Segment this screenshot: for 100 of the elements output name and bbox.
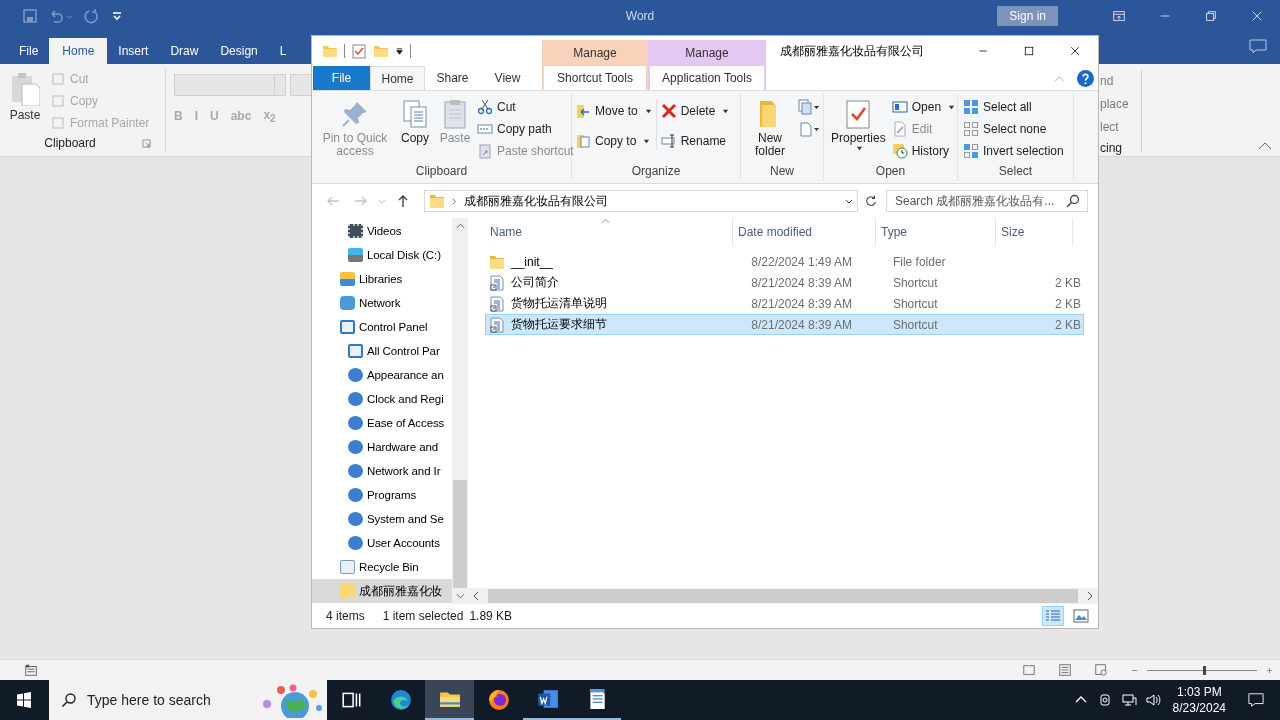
scroll-left-icon[interactable] [472, 591, 480, 601]
nav-item[interactable]: Control Panel [312, 315, 452, 339]
help-icon[interactable] [1077, 69, 1094, 87]
nav-item[interactable]: Network and Ir [312, 459, 452, 483]
properties-icon[interactable] [351, 43, 367, 59]
dropdown-icon[interactable] [845, 197, 853, 205]
nav-item[interactable]: All Control Par [312, 339, 452, 363]
notifications-icon[interactable] [1248, 692, 1264, 708]
select-all-button[interactable]: Select all [963, 96, 1064, 118]
nav-item[interactable]: Ease of Access [312, 411, 452, 435]
refresh-icon[interactable] [864, 194, 878, 208]
column-header[interactable]: Size [996, 218, 1073, 246]
redo-icon[interactable] [83, 8, 99, 24]
network-icon[interactable] [1120, 692, 1137, 708]
dialog-launcher-icon[interactable] [141, 138, 151, 148]
file-row[interactable]: 货物托运要求细节 8/21/2024 8:39 AM Shortcut 2 KB [485, 314, 1084, 335]
editing-command[interactable]: nd [1100, 70, 1141, 93]
new-folder-button[interactable]: New folder [744, 96, 796, 160]
scrollbar-thumb[interactable] [453, 480, 467, 588]
delete-button[interactable]: Delete [660, 100, 730, 122]
move-to-button[interactable]: Move to [575, 100, 652, 122]
scroll-up-icon[interactable] [455, 222, 465, 230]
nav-item[interactable]: Libraries [312, 267, 452, 291]
caret-icon [722, 107, 730, 115]
nav-item[interactable]: 成都丽雅嘉化妆 [312, 579, 452, 603]
nav-item[interactable]: Local Disk (C:) [312, 243, 452, 267]
print-layout-icon[interactable] [1058, 663, 1072, 677]
scroll-down-icon[interactable] [455, 592, 465, 600]
ribbon-tab[interactable]: Home [370, 66, 425, 90]
address-bar[interactable]: 成都丽雅嘉化妆品有限公司 [424, 190, 858, 212]
web-layout-icon[interactable] [1094, 663, 1108, 677]
read-mode-icon[interactable] [1022, 663, 1036, 677]
collapse-ribbon-icon[interactable] [1258, 141, 1272, 150]
nav-item[interactable]: Clock and Regi [312, 387, 452, 411]
scrollbar[interactable] [452, 218, 468, 604]
customize-icon[interactable] [395, 46, 404, 56]
nav-item[interactable]: System and Se [312, 507, 452, 531]
save-icon[interactable] [22, 8, 38, 24]
search-bar[interactable]: Type here to search [49, 680, 327, 720]
date-cell: 8/21/2024 8:39 AM [751, 275, 853, 290]
chevron-right-icon[interactable] [451, 197, 458, 205]
open-button[interactable]: Open [891, 96, 956, 118]
search-input[interactable]: Type here to search [85, 691, 257, 709]
font-field[interactable] [174, 74, 286, 96]
clock-date[interactable]: 8/23/2024 [1172, 700, 1226, 716]
font-size-field[interactable] [290, 74, 314, 96]
macro-icon[interactable] [24, 663, 38, 677]
slider-thumb[interactable] [1203, 665, 1207, 675]
taskbar-app[interactable] [425, 680, 474, 720]
scroll-right-icon[interactable] [1086, 591, 1094, 601]
new-item-icon[interactable] [798, 99, 820, 115]
ribbon-tab[interactable]: Design [209, 38, 269, 64]
large-icons-view-button[interactable] [1070, 606, 1092, 626]
file-row[interactable]: __init__ 8/22/2024 1:49 AM File folder [485, 251, 1084, 272]
comment-icon[interactable] [1248, 38, 1268, 54]
nav-item[interactable]: Videos [312, 219, 452, 243]
nav-item[interactable]: Hardware and [312, 435, 452, 459]
column-header[interactable]: Name [470, 218, 733, 246]
ribbon-tab[interactable]: Draw [159, 38, 210, 64]
paste-button[interactable]: Paste [0, 68, 50, 134]
ribbon-tab[interactable]: File [313, 66, 370, 90]
easy-access-icon[interactable] [798, 121, 820, 137]
column-header[interactable]: Date modified [733, 218, 876, 246]
history-button[interactable]: History [891, 140, 956, 162]
details-view-button[interactable] [1042, 606, 1064, 626]
scrollbar[interactable] [468, 588, 1098, 604]
search-bar[interactable]: Search 成都丽雅嘉化妆品有... [886, 190, 1088, 212]
ribbon-tab[interactable]: Share [425, 66, 480, 90]
copy-to-button[interactable]: Copy to [575, 130, 652, 152]
clock-time[interactable]: 1:03 PM [1176, 684, 1222, 700]
scrollbar-thumb[interactable] [488, 589, 1078, 603]
zoom-in-icon[interactable] [1265, 665, 1274, 675]
properties-button[interactable]: Properties [827, 96, 890, 154]
invert-selection-button[interactable]: Invert selection [963, 140, 1064, 162]
undo-icon[interactable] [48, 8, 64, 24]
ribbon-tab[interactable]: File [8, 38, 50, 64]
nav-item[interactable]: Programs [312, 483, 452, 507]
cut-button[interactable]: Cut [477, 96, 574, 118]
file-row[interactable]: 公司简介 8/21/2024 8:39 AM Shortcut 2 KB [485, 272, 1084, 293]
editing-command[interactable]: lect [1100, 116, 1141, 139]
nav-item[interactable]: User Accounts [312, 531, 452, 555]
nav-item[interactable]: Recycle Bin [312, 555, 452, 579]
copy-button[interactable]: Copy [395, 96, 435, 147]
editing-command[interactable]: place [1100, 93, 1141, 116]
copy-path-button[interactable]: Copy path [477, 118, 574, 140]
file-row[interactable]: 货物托运清单说明 8/21/2024 8:39 AM Shortcut 2 KB [485, 293, 1084, 314]
ribbon-tab[interactable]: Insert [107, 38, 160, 64]
ribbon-tab[interactable]: Home [49, 38, 108, 64]
fox-browser-icon [487, 689, 510, 711]
nav-item[interactable]: Network [312, 291, 452, 315]
search-input[interactable]: Search 成都丽雅嘉化妆品有... [893, 193, 1065, 209]
volume-icon[interactable] [1144, 692, 1161, 708]
nav-item[interactable]: Appearance an [312, 363, 452, 387]
rename-button[interactable]: Rename [660, 130, 730, 152]
breadcrumb-item[interactable]: 成都丽雅嘉化妆品有限公司 [464, 192, 608, 210]
ribbon-tab[interactable]: View [480, 66, 535, 90]
select-none-button[interactable]: Select none [963, 118, 1064, 140]
column-header[interactable]: Type [876, 218, 996, 246]
file-name: 货物托运清单说明 [511, 295, 607, 312]
ribbon-tab[interactable]: L [268, 38, 298, 64]
